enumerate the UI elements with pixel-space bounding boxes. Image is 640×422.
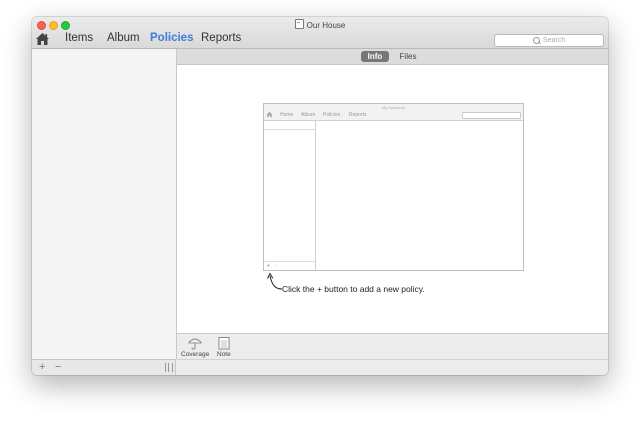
sidebar-footer: + − xyxy=(32,359,176,375)
nav-album[interactable]: Album xyxy=(107,32,140,44)
policy-list-sidebar[interactable] xyxy=(32,49,177,359)
window-title: Our House xyxy=(32,19,608,30)
tab-files[interactable]: Files xyxy=(397,51,419,62)
search-field[interactable]: Search xyxy=(494,34,604,47)
nav-items[interactable]: Items xyxy=(65,32,93,44)
preview-sidebar: + − xyxy=(264,121,316,270)
add-policy-button[interactable]: + xyxy=(39,361,45,373)
document-icon xyxy=(294,19,304,29)
preview-sidebar-footer-divider xyxy=(264,261,315,262)
toolbar: Our House Items Album Policies Reports S… xyxy=(32,17,608,49)
note-icon xyxy=(218,337,230,350)
preview-nav-reports: Reports xyxy=(349,112,367,118)
note-label: Note xyxy=(217,351,231,358)
preview-nav-home: Home xyxy=(280,112,294,118)
tab-info[interactable]: Info xyxy=(361,51,389,62)
preview-search-field xyxy=(462,112,521,119)
coverage-label: Coverage xyxy=(181,351,210,358)
coverage-button[interactable]: Coverage xyxy=(181,336,209,358)
preview-remove-button: − xyxy=(274,263,277,269)
detail-toolbar: Coverage Note xyxy=(177,333,608,360)
remove-policy-button[interactable]: − xyxy=(55,361,61,373)
preview-nav-album: Album xyxy=(301,112,316,118)
window-preview-illustration: My Inventory Home Album Policies Reports… xyxy=(263,103,524,271)
preview-home-icon xyxy=(266,111,273,118)
preview-title: My Inventory xyxy=(382,105,405,110)
preview-sidebar-divider xyxy=(264,129,315,130)
app-window: Our House Items Album Policies Reports S… xyxy=(32,17,608,375)
search-placeholder: Search xyxy=(542,37,566,44)
nav-policies[interactable]: Policies xyxy=(150,32,193,44)
detail-footer-bar xyxy=(177,359,608,375)
sidebar-resize-handle[interactable] xyxy=(165,363,173,372)
umbrella-icon xyxy=(188,338,202,350)
empty-state-content: My Inventory Home Album Policies Reports… xyxy=(177,65,608,333)
nav-reports[interactable]: Reports xyxy=(201,32,241,44)
search-icon xyxy=(532,37,540,44)
preview-nav-policies: Policies xyxy=(323,112,341,118)
home-icon[interactable] xyxy=(35,32,50,46)
empty-state-hint: Click the + button to add a new policy. xyxy=(282,284,425,294)
detail-tab-strip: Info Files xyxy=(177,49,608,65)
note-button[interactable]: Note xyxy=(217,336,231,358)
preview-add-button: + xyxy=(267,263,270,269)
window-title-text: Our House xyxy=(306,21,346,30)
preview-toolbar: My Inventory Home Album Policies Reports xyxy=(264,104,523,121)
